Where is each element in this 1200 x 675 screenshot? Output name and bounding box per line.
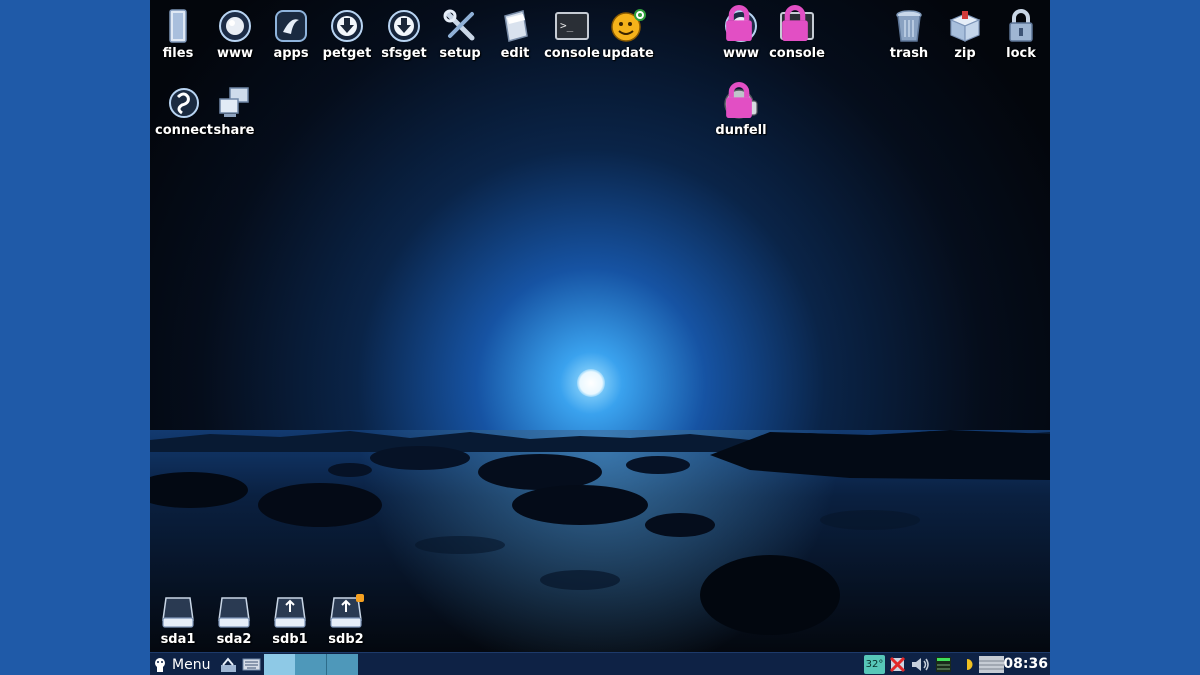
console-icon-launcher[interactable]: >_ console [541,8,603,61]
drive-sda2[interactable]: sda2 [203,594,265,647]
globe-icon [219,10,251,42]
sdb2-label: sdb2 [328,632,364,647]
taskbar: Menu 32° 08:36 [150,652,1050,675]
www-icon-launcher[interactable]: www [204,8,266,61]
wallpaper [150,0,1050,652]
drive-sdb2[interactable]: sdb2 [315,594,377,647]
clock[interactable]: 08:36 [1003,653,1048,675]
sda1-label: sda1 [160,632,196,647]
memory-monitor-icon[interactable] [934,655,953,674]
terminal-icon: >_ [555,12,589,40]
sfsget-label: sfsget [381,46,427,61]
notepad-icon [504,10,528,42]
hard-drive-icon [162,597,194,628]
cpu-temperature: 32° [864,655,885,674]
sda2-label: sda2 [216,632,252,647]
zip-label: zip [954,46,976,61]
sdb1-label: sdb1 [272,632,308,647]
setup-icon-launcher[interactable]: setup [429,8,491,61]
menu-button[interactable]: Menu [152,653,210,675]
share-computers-icon [219,87,249,117]
share-icon-launcher[interactable]: share [203,85,265,138]
files-label: files [162,46,194,61]
drive-sda1[interactable]: sda1 [150,594,209,647]
lock-icon-launcher[interactable]: lock [990,8,1050,61]
folder-icon [169,9,187,43]
locked-console-icon-launcher[interactable]: >_ console [766,5,828,61]
trash-icon-launcher[interactable]: trash [878,8,940,61]
lock-label: lock [1006,46,1036,61]
padlock-icon [1009,9,1033,42]
apps-icon [275,10,307,42]
pink-lock-icon [726,5,752,41]
drive-sdb1[interactable]: sdb1 [259,594,321,647]
update-smiley-icon [611,9,646,42]
files-icon-launcher[interactable]: files [150,8,209,61]
menu-label: Menu [172,656,211,673]
download-arrow-icon [331,10,363,42]
dunfell-label: dunfell [715,123,767,138]
update-icon-launcher[interactable]: update [597,8,659,61]
volume-icon[interactable] [910,655,930,674]
pager-desktop-1[interactable] [264,654,295,675]
share-label: share [213,123,255,138]
show-desktop-icon[interactable] [978,655,1005,674]
edit-label: edit [500,46,530,61]
www-label: www [216,46,254,61]
svg-text:>_: >_ [560,19,574,32]
network-disconnected-icon[interactable] [888,655,907,674]
update-label: update [602,46,654,61]
network-wizard-icon[interactable] [219,655,238,674]
usb-drive-icon [330,594,364,628]
desktop-screen: files www apps petget sfsget setup edit … [150,0,1050,675]
petget-icon-launcher[interactable]: petget [316,8,378,61]
hard-drive-icon [218,597,250,628]
pink-lock-icon [782,5,808,41]
dunfell-icon-launcher[interactable]: dunfell [710,82,772,138]
locked-console-label: console [769,46,825,61]
apps-icon-launcher[interactable]: apps [260,8,322,61]
locked-www-label: www [722,46,760,61]
keyboard-icon[interactable] [242,655,261,674]
pager-desktop-3[interactable] [326,654,358,675]
trash-label: trash [889,46,929,61]
pager-desktop-2[interactable] [295,654,326,675]
pink-lock-icon [726,82,752,118]
edit-icon-launcher[interactable]: edit [484,8,546,61]
usb-drive-icon [274,597,306,628]
locked-www-icon-launcher[interactable]: www [710,5,772,61]
puppy-menu-icon [155,657,165,672]
trash-icon [896,10,922,42]
zip-icon-launcher[interactable]: zip [934,8,996,61]
petget-label: petget [322,46,372,61]
console-label: console [544,46,600,61]
apps-label: apps [273,46,309,61]
tools-icon [443,9,475,41]
download-arrow-icon [388,10,420,42]
zip-box-icon [949,11,981,42]
mounted-badge-icon [356,594,364,602]
setup-label: setup [439,46,481,61]
sfsget-icon-launcher[interactable]: sfsget [373,8,435,61]
connect-icon [169,88,199,118]
power-battery-icon[interactable] [958,655,977,674]
